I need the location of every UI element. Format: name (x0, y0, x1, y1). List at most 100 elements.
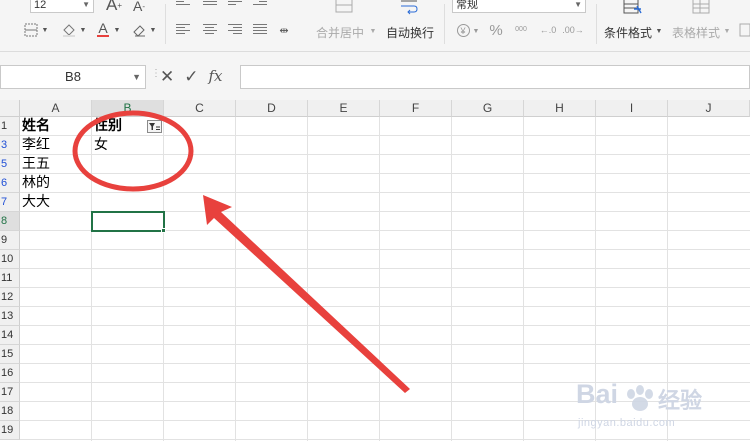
fill-handle[interactable] (161, 228, 166, 233)
cell-style-icon[interactable] (738, 22, 750, 38)
align-middle-icon[interactable] (203, 0, 217, 10)
decrease-decimal-icon[interactable]: .00→ (562, 21, 584, 39)
grid-hline (20, 344, 750, 345)
chevron-down-icon[interactable]: ▼ (78, 22, 88, 38)
chevron-down-icon: ▼ (132, 72, 141, 82)
font-color-icon[interactable]: A (95, 19, 111, 39)
watermark: Bai 经验 jingyan.baidu.com (574, 377, 744, 435)
cancel-icon[interactable]: ✕ (160, 67, 174, 87)
formula-input[interactable] (240, 65, 750, 89)
wrap-text-icon[interactable] (399, 0, 419, 18)
thousands-button[interactable]: 000 (510, 21, 532, 39)
column-header-c[interactable]: C (164, 100, 236, 117)
indent-icon[interactable] (253, 0, 267, 10)
font-size-select[interactable]: 12 ▼ (30, 0, 94, 13)
filter-icon[interactable] (147, 120, 162, 133)
row-header-9[interactable]: 9 (0, 231, 20, 250)
watermark-brand-cn: 经验 (658, 388, 703, 413)
cell-a7[interactable]: 大大 (20, 193, 50, 212)
conditional-format-button[interactable]: 条件格式 (604, 24, 652, 41)
column-header-b[interactable]: B (92, 100, 164, 117)
insert-function-icon[interactable]: fx (209, 67, 223, 87)
formula-bar: B8 ▼ ⋮ ✕ ✓ fx (0, 52, 750, 100)
eraser-icon[interactable] (130, 22, 148, 38)
column-header-e[interactable]: E (308, 100, 380, 117)
fill-color-icon[interactable] (60, 22, 78, 38)
table-style-icon[interactable] (690, 0, 714, 18)
column-header-f[interactable]: F (380, 100, 452, 117)
chevron-down-icon[interactable]: ▼ (368, 24, 378, 38)
column-header-d[interactable]: D (236, 100, 308, 117)
merge-center-button[interactable]: 合并居中 (316, 24, 364, 41)
name-box[interactable]: B8 ▼ (0, 65, 146, 89)
justify-icon[interactable] (253, 24, 267, 36)
row-header-11[interactable]: 11 (0, 269, 20, 288)
chevron-down-icon[interactable]: ▼ (654, 24, 664, 38)
chevron-down-icon[interactable]: ▼ (112, 22, 122, 38)
row-header-18[interactable]: 18 (0, 402, 20, 421)
row-header-8[interactable]: 8 (0, 212, 20, 231)
row-header-19[interactable]: 19 (0, 421, 20, 440)
splitter-handle[interactable]: ⋮ (151, 69, 161, 84)
grid-hline (20, 306, 750, 307)
align-bottom-icon[interactable] (228, 0, 242, 10)
chevron-down-icon[interactable]: ▼ (148, 22, 158, 38)
cell-a6[interactable]: 林的 (20, 174, 50, 193)
align-top-icon[interactable] (176, 0, 190, 10)
grid-hline (20, 154, 750, 155)
divider (444, 4, 445, 44)
cell-b5[interactable] (92, 155, 94, 174)
row-header-17[interactable]: 17 (0, 383, 20, 402)
cell-a1[interactable]: 姓名 (20, 117, 50, 136)
row-header-5[interactable]: 5 (0, 155, 20, 174)
chevron-down-icon[interactable]: ▼ (472, 24, 480, 38)
row-header-7[interactable]: 7 (0, 193, 20, 212)
column-header-g[interactable]: G (452, 100, 524, 117)
row-header-1[interactable]: 1 (0, 117, 20, 136)
select-all-corner[interactable] (0, 100, 20, 117)
align-left-icon[interactable] (176, 24, 190, 36)
chevron-down-icon[interactable]: ▼ (722, 24, 732, 38)
increase-decimal-icon[interactable]: ←.0 (538, 21, 558, 39)
row-header-13[interactable]: 13 (0, 307, 20, 326)
column-header-i[interactable]: I (596, 100, 668, 117)
distribute-icon[interactable]: ⇹ (275, 22, 293, 38)
align-right-icon[interactable] (228, 24, 242, 36)
watermark-url: jingyan.baidu.com (578, 417, 676, 429)
number-format-value: 常规 (456, 0, 478, 11)
cell-reference: B8 (65, 69, 81, 84)
grid-hline (20, 135, 750, 136)
row-header-12[interactable]: 12 (0, 288, 20, 307)
currency-icon[interactable]: ¥ (454, 22, 472, 38)
column-header-h[interactable]: H (524, 100, 596, 117)
align-center-icon[interactable] (203, 24, 217, 36)
conditional-format-icon[interactable] (621, 0, 645, 18)
percent-button[interactable]: % (488, 22, 504, 39)
cell-b7[interactable] (92, 193, 94, 212)
chevron-down-icon[interactable]: ▼ (40, 22, 50, 38)
row-header-14[interactable]: 14 (0, 326, 20, 345)
increase-font-icon[interactable]: A + (105, 0, 123, 14)
column-header-a[interactable]: A (20, 100, 92, 117)
merge-cells-icon[interactable] (334, 0, 354, 14)
active-cell-b8[interactable] (91, 211, 165, 232)
column-header-j[interactable]: J (668, 100, 750, 117)
cell-a3[interactable]: 李红 (20, 136, 50, 155)
cell-b1[interactable]: 性别 (92, 117, 122, 136)
confirm-icon[interactable]: ✓ (184, 67, 198, 87)
row-header-3[interactable]: 3 (0, 136, 20, 155)
cell-b6[interactable] (92, 174, 94, 193)
cell-b3[interactable]: 女 (92, 136, 108, 155)
row-header-16[interactable]: 16 (0, 364, 20, 383)
number-format-select[interactable]: 常规 ▼ (452, 0, 586, 13)
thousands-label: 000 (515, 26, 527, 33)
decrease-font-icon[interactable]: A- (130, 0, 148, 15)
row-header-10[interactable]: 10 (0, 250, 20, 269)
border-icon[interactable] (22, 22, 40, 38)
font-size-value: 12 (34, 0, 47, 11)
row-header-6[interactable]: 6 (0, 174, 20, 193)
cell-a5[interactable]: 王五 (20, 155, 50, 174)
row-header-15[interactable]: 15 (0, 345, 20, 364)
table-style-button[interactable]: 表格样式 (672, 24, 720, 41)
wrap-text-button[interactable]: 自动换行 (386, 24, 434, 41)
